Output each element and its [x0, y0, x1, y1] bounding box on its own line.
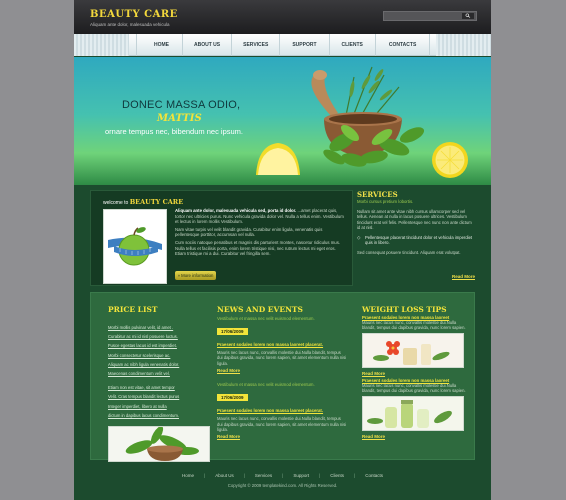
weight-loss-text: Mauris nec lacus nunc, convallis molesti…	[362, 320, 466, 331]
footer-separator: |	[243, 473, 245, 478]
news-events-column: NEWS AND EVENTS Vestibulum et massa nec …	[217, 305, 347, 439]
weight-loss-read-more-link[interactable]: Read More	[362, 371, 466, 376]
services-list-item[interactable]: Pellentesque placerat tincidunt dolor et…	[357, 235, 475, 246]
herbs-mortar-illustration	[256, 66, 468, 178]
news-read-more-link[interactable]: Read More	[217, 368, 347, 373]
site-header: BEAUTY CARE Aliquam ante dolor, malesuad…	[74, 0, 491, 34]
news-read-more-link[interactable]: Read More	[217, 434, 347, 439]
services-paragraph-2: Sed consequat posuere tincidunt. Aliquam…	[357, 250, 461, 256]
price-list-item[interactable]: Etiam non est vitae, sit amet tempor	[108, 383, 213, 392]
weight-loss-item: Praesent sodales lorem non massa laoreet…	[362, 315, 466, 376]
footer-link-home[interactable]: Home	[182, 473, 194, 478]
search-input[interactable]	[385, 12, 461, 20]
search-button[interactable]	[462, 13, 474, 19]
nav-contacts[interactable]: CONTACTS	[374, 34, 431, 56]
apple-measuring-tape-image	[103, 209, 167, 284]
price-list: Morbi mollis pulvinar velit, id amet . C…	[108, 323, 213, 420]
nav-support[interactable]: SUPPORT	[279, 34, 328, 56]
footer-link-support[interactable]: Support	[293, 473, 309, 478]
news-date-badge: 17/06/2009	[217, 394, 248, 402]
news-item: Vestibulum et massa nec velit euismod el…	[217, 316, 347, 373]
welcome-paragraph-1: Aliquam ante dolor, malesuada vehicula s…	[175, 208, 347, 225]
nav-about-us[interactable]: ABOUT US	[182, 34, 231, 56]
weight-loss-read-more-link[interactable]: Read More	[362, 434, 466, 439]
footer-link-services[interactable]: Services	[255, 473, 272, 478]
footer-separator: |	[319, 473, 321, 478]
price-list-item[interactable]: Integer imperdiet, libero at nulla	[108, 402, 213, 411]
services-list: Pellentesque placerat tincidunt dolor et…	[357, 235, 475, 246]
nav-home[interactable]: HOME	[136, 34, 182, 56]
site-tagline: Aliquam ante dolor, malesuada vehicula	[90, 22, 170, 27]
footer-link-about-us[interactable]: About Us	[215, 473, 234, 478]
nav-decoration-right	[436, 34, 491, 56]
footer-separator: |	[204, 473, 206, 478]
price-list-item[interactable]: Maecenas condimentum velit vel.	[108, 369, 213, 378]
news-events-title: NEWS AND EVENTS	[217, 305, 303, 314]
welcome-title: welcome to BEAUTY CARE	[103, 198, 183, 206]
main-nav: HOME ABOUT US SERVICES SUPPORT CLIENTS C…	[74, 34, 491, 56]
lower-panel: PRICE LIST Morbi mollis pulvinar velit, …	[90, 292, 475, 463]
services-title: SERVICES	[357, 190, 398, 199]
price-list-item[interactable]: Velit. Cras tempus blandit lectus purus	[108, 392, 213, 401]
welcome-brand: BEAUTY CARE	[129, 198, 184, 206]
banner-subline: ornare tempus nec, bibendum nec ipsum.	[105, 127, 243, 136]
search-icon	[465, 13, 472, 20]
news-text: Mauris nec lacus nunc, convallis molesti…	[217, 350, 347, 366]
price-list-item[interactable]: dictum in dapibus lacus condimentum.	[108, 411, 213, 420]
page: BEAUTY CARE Aliquam ante dolor, malesuad…	[74, 0, 491, 500]
spa-bottles-image	[362, 395, 464, 431]
footer-separator: |	[282, 473, 284, 478]
weight-loss-title: WEIGHT LOSS TIPS	[362, 305, 447, 314]
services-subtitle: Morbi cursus pretium lobortis.	[357, 199, 414, 204]
weight-loss-column: WEIGHT LOSS TIPS Praesent sodales lorem …	[362, 305, 466, 439]
price-list-title: PRICE LIST	[108, 305, 158, 314]
services-section: SERVICES Morbi cursus pretium lobortis. …	[357, 190, 475, 286]
banner-headline: DONEC MASSA ODIO,	[122, 99, 241, 111]
weight-loss-text: Mauris nec lacus nunc, convallis molesti…	[362, 382, 466, 394]
copyright-text: Copyright © 2009 templatekind.com. All R…	[227, 483, 338, 488]
welcome-paragraph-3: Cum sociis natoque penatibus et magnis d…	[175, 239, 341, 257]
footer-link-contacts[interactable]: Contacts	[365, 473, 383, 478]
price-list-item[interactable]: Morbi consectetur scelerisque ac.	[108, 351, 213, 360]
services-paragraph-1: Nullam sit amet ante vitae nibh cursus u…	[357, 209, 472, 231]
welcome-section: welcome to BEAUTY CARE Aliquam ante dolo…	[90, 190, 353, 286]
news-headline-link[interactable]: Praesent sodales lorem non massa laoreet…	[217, 408, 347, 413]
news-text: Mauris nec lacus nunc, convallis molesti…	[217, 416, 347, 433]
price-list-column: PRICE LIST Morbi mollis pulvinar velit, …	[108, 305, 213, 463]
hero-banner: DONEC MASSA ODIO, MATTIS ornare tempus n…	[74, 57, 491, 185]
flowers-spa-image	[362, 332, 464, 368]
nav-decoration-left	[74, 34, 129, 56]
nav-services[interactable]: SERVICES	[231, 34, 279, 56]
news-item: Vestibulum et massa nec velit euismod el…	[217, 382, 347, 439]
news-date-badge: 17/06/2009	[217, 328, 248, 335]
services-read-more-link[interactable]: Read More	[452, 274, 475, 279]
herbs-bowl-image	[108, 426, 210, 463]
price-list-item[interactable]: Morbi mollis pulvinar velit, id amet .	[108, 323, 213, 332]
more-information-button[interactable]: » More information	[175, 271, 216, 280]
site-logo[interactable]: BEAUTY CARE	[90, 9, 178, 20]
welcome-prefix: welcome to	[103, 200, 129, 206]
price-list-item[interactable]: Fusce egestas lacus id est imperdiet.	[108, 341, 213, 350]
banner-highlight: MATTIS	[157, 113, 202, 124]
welcome-paragraph-2: Nam vitae turpis vel velit blandit gravi…	[175, 226, 323, 238]
nav-items: HOME ABOUT US SERVICES SUPPORT CLIENTS C…	[136, 34, 431, 56]
news-subtitle: Vestibulum et massa nec velit euismod el…	[217, 316, 315, 321]
price-list-item[interactable]: Aliquam ac nibh ligula venenatis dolor.	[108, 360, 213, 369]
news-subtitle: Vestibulum et massa nec velit euismod el…	[217, 382, 315, 388]
welcome-lead: Aliquam ante dolor, malesuada vehicula s…	[175, 208, 297, 213]
price-list-item[interactable]: Curabitur ac mi id nisl posuere luctus.	[108, 332, 213, 341]
welcome-text: Aliquam ante dolor, malesuada vehicula s…	[175, 208, 347, 257]
nav-clients[interactable]: CLIENTS	[328, 34, 375, 56]
footer-link-clients[interactable]: Clients	[330, 473, 344, 478]
footer-separator: |	[354, 473, 356, 478]
news-headline-link[interactable]: Praesent sodales lorem non massa laoreet…	[217, 342, 347, 347]
footer-nav: Home | About Us | Services | Support | Clients | C…	[74, 473, 491, 478]
weight-loss-item: Praesent sodales lorem non massa laoreet…	[362, 378, 466, 439]
search-box	[383, 11, 477, 21]
